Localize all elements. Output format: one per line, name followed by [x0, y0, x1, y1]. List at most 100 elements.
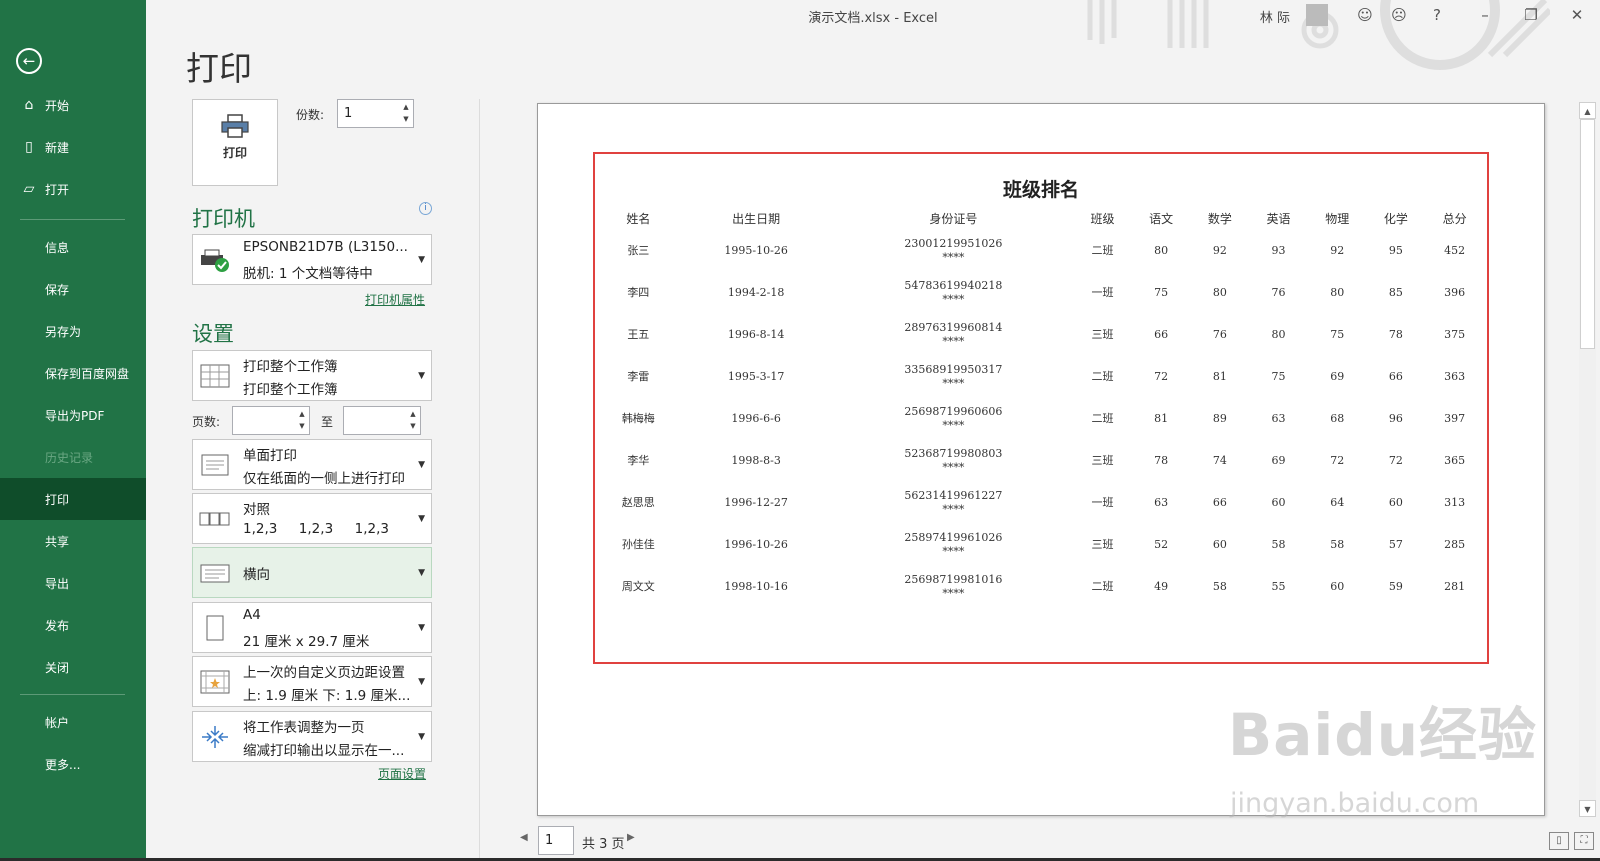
paper-size-select[interactable]: A4 21 厘米 x 29.7 厘米 ▼	[192, 602, 432, 653]
table-cell-chemistry: 95	[1388, 244, 1403, 257]
table-cell-physics: 64	[1330, 496, 1345, 509]
smile-feedback-icon[interactable]: ☺	[1352, 4, 1378, 26]
table-cell-name: 李四	[627, 286, 650, 299]
page-to-input[interactable]: ▲ ▼	[343, 406, 421, 435]
chevron-down-icon: ▼	[418, 731, 425, 742]
sidebar-item-label: 新建	[45, 140, 70, 155]
print-button[interactable]: 打印	[192, 99, 278, 186]
sidebar-item-close[interactable]: 关闭	[0, 646, 146, 688]
table-cell-chemistry: 60	[1388, 496, 1403, 509]
page-setup-link[interactable]: 页面设置	[378, 765, 426, 782]
sidebar-item-new[interactable]: ▯ 新建	[0, 126, 146, 168]
chevron-down-icon: ▼	[418, 567, 425, 578]
table-cell-birth: 1996-8-14	[727, 328, 785, 341]
prev-page-icon[interactable]: ◀	[520, 832, 528, 843]
table-row: 李华 1998-8-3 52368719980803 **** 三班 78 74 69 72 72…	[598, 440, 1484, 482]
id-number: 23001219951026	[904, 237, 1003, 250]
id-mask: ****	[942, 587, 965, 600]
orientation-select[interactable]: 横向 ▼	[192, 547, 432, 598]
table-cell-name: 王五	[627, 328, 650, 341]
table-cell-math: 81	[1212, 370, 1227, 383]
table-row: 孙佳佳 1996-10-26 25897419961026 **** 三班 52 60 58 5…	[598, 524, 1484, 566]
table-cell-class: 三班	[1091, 328, 1114, 341]
table-cell-english: 69	[1271, 454, 1286, 467]
scaling-select[interactable]: 将工作表调整为一页 缩减打印输出以显示在一... ▼	[192, 711, 432, 762]
sidebar-item-more[interactable]: 更多...	[0, 743, 146, 785]
sidebar-item-save[interactable]: 保存	[0, 268, 146, 310]
spin-down-icon[interactable]: ▼	[401, 114, 411, 124]
scaling-desc: 缩减打印输出以显示在一...	[243, 743, 405, 759]
paper-size-label: A4	[243, 607, 261, 623]
frown-feedback-icon[interactable]: ☹	[1386, 4, 1412, 26]
sidebar-item-label: 另存为	[45, 324, 82, 339]
copies-input[interactable]: 1 ▲ ▼	[337, 99, 414, 128]
sides-label: 单面打印	[243, 448, 297, 464]
avatar[interactable]	[1306, 4, 1328, 26]
table-cell-birth: 1998-10-16	[724, 580, 788, 593]
spin-up-icon[interactable]: ▲	[297, 409, 307, 419]
info-icon[interactable]: i	[419, 202, 432, 215]
sidebar-item-export-pdf[interactable]: 导出为PDF	[0, 394, 146, 436]
sidebar-item-share[interactable]: 共享	[0, 520, 146, 562]
chevron-down-icon: ▼	[418, 513, 425, 524]
spin-down-icon[interactable]: ▼	[297, 421, 307, 431]
id-number: 33568919950317	[904, 363, 1003, 376]
sidebar-item-info[interactable]: 信息	[0, 226, 146, 268]
preview-scrollbar[interactable]: ▲ ▼	[1579, 102, 1596, 817]
grade-table: 姓名 出生日期 身份证号 班级 语文 数学 英语 物理 化学 总分 张三 1995…	[598, 206, 1484, 608]
table-cell-physics: 60	[1330, 580, 1345, 593]
close-icon[interactable]: ✕	[1564, 4, 1590, 26]
chevron-down-icon: ▼	[418, 676, 425, 687]
table-cell-name: 韩梅梅	[621, 412, 655, 425]
printer-select[interactable]: EPSONB21D7B (L3150... 脱机: 1 个文档等待中 ▼	[192, 234, 432, 285]
sidebar-item-home[interactable]: ⌂ 开始	[0, 84, 146, 126]
sidebar-item-label: 导出	[45, 576, 70, 591]
margins-desc: 上: 1.9 厘米 下: 1.9 厘米...	[243, 688, 411, 704]
print-scope-select[interactable]: 打印整个工作簿 打印整个工作簿 ▼	[192, 350, 432, 401]
id-mask: ****	[942, 335, 965, 348]
table-cell-english: 80	[1271, 328, 1286, 341]
current-page-input[interactable]: 1	[538, 826, 574, 855]
zoom-to-page-icon[interactable]: ⛶	[1574, 832, 1594, 850]
sidebar-item-label: 打开	[45, 182, 70, 197]
table-cell-chinese: 63	[1154, 496, 1169, 509]
help-icon[interactable]: ?	[1424, 4, 1450, 26]
table-cell-birth: 1995-10-26	[724, 244, 788, 257]
id-mask: ****	[942, 545, 965, 558]
sidebar-item-print[interactable]: 打印	[0, 478, 146, 520]
spin-up-icon[interactable]: ▲	[401, 102, 411, 112]
page-from-input[interactable]: ▲ ▼	[232, 406, 310, 435]
sidebar-item-account[interactable]: 帐户	[0, 701, 146, 743]
sidebar-item-history: 历史记录	[0, 436, 146, 478]
sidebar-item-publish[interactable]: 发布	[0, 604, 146, 646]
spin-down-icon[interactable]: ▼	[408, 421, 418, 431]
table-cell-chemistry: 78	[1388, 328, 1403, 341]
scroll-down-icon[interactable]: ▼	[1579, 800, 1596, 817]
sidebar-item-save-as[interactable]: 另存为	[0, 310, 146, 352]
sides-select[interactable]: 单面打印 仅在纸面的一侧上进行打印 ▼	[192, 439, 432, 490]
next-page-icon[interactable]: ▶	[627, 832, 635, 843]
printer-properties-link[interactable]: 打印机属性	[365, 291, 425, 308]
scroll-thumb[interactable]	[1580, 119, 1595, 349]
restore-icon[interactable]: ❐	[1518, 4, 1544, 26]
back-arrow-icon[interactable]: ←	[16, 48, 42, 74]
minimize-icon[interactable]: –	[1472, 4, 1498, 26]
user-name[interactable]: 林 际	[1260, 7, 1290, 26]
show-margins-icon[interactable]: ▯	[1549, 832, 1569, 850]
collate-select[interactable]: 对照 1,2,3 1,2,3 1,2,3 ▼	[192, 493, 432, 544]
table-cell-birth: 1996-6-6	[731, 412, 781, 425]
orientation-label: 横向	[243, 567, 270, 583]
margins-select[interactable]: 上一次的自定义页边距设置 上: 1.9 厘米 下: 1.9 厘米... ▼	[192, 656, 432, 707]
id-number: 25698719981016	[904, 573, 1003, 586]
collate-icon	[199, 512, 230, 525]
spin-up-icon[interactable]: ▲	[408, 409, 418, 419]
scroll-up-icon[interactable]: ▲	[1579, 102, 1596, 119]
sidebar-item-save-to-baidu[interactable]: 保存到百度网盘	[0, 352, 146, 394]
sidebar-item-export[interactable]: 导出	[0, 562, 146, 604]
sidebar-item-open[interactable]: ▱ 打开	[0, 168, 146, 210]
column-header: 物理	[1325, 211, 1350, 226]
table-cell-id: 25698719960606 ****	[834, 398, 1073, 440]
table-cell-physics: 75	[1330, 328, 1345, 341]
table-cell-chemistry: 59	[1388, 580, 1403, 593]
table-cell-birth: 1996-12-27	[724, 496, 788, 509]
